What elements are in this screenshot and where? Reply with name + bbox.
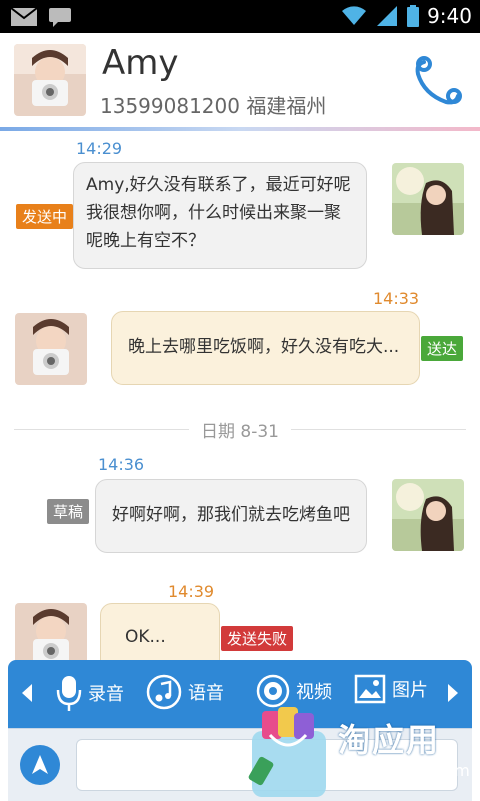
divider-line [14,428,189,430]
status-badge: 发送失败 [221,626,294,651]
music-note-icon [146,674,182,710]
call-icon[interactable] [410,56,464,110]
battery-icon [407,5,420,27]
divider-line [291,428,466,430]
message-time: 14:33 [373,289,420,308]
message-text: 好啊好啊，那我们就去吃烤鱼吧 [112,505,350,525]
message-text: OK... [125,627,166,647]
voice-button[interactable]: 语音 [146,674,224,710]
contact-header: Amy 13599081200 福建福州 [0,33,480,131]
video-label: 视频 [296,682,332,703]
signal-icon [377,6,398,26]
message-bubble[interactable]: Amy,好久没有联系了，最近可好呢我很想你啊，什么时候出来聚一聚呢晚上有空不？ [73,162,367,269]
video-icon [256,674,290,708]
message-bubble[interactable]: 好啊好啊，那我们就去吃烤鱼吧 [95,479,367,553]
contact-phone: 13599081200 福建福州 [100,94,327,118]
status-badge: 草稿 [47,499,90,524]
clock: 9:40 [427,4,472,28]
image-button[interactable]: 图片 [354,674,428,704]
record-label: 录音 [88,684,124,705]
message-icon [49,8,71,27]
date-label: 日期 8-31 [201,421,279,442]
my-avatar[interactable] [392,479,464,551]
contact-avatar[interactable] [14,44,86,116]
message-time: 14:36 [98,455,145,474]
status-badge: 发送中 [16,204,74,229]
taobao-watermark: 淘应用 app.taobao.com [240,705,480,800]
picture-icon [354,674,386,704]
gmail-icon [10,7,38,26]
contact-message-avatar[interactable] [15,313,87,385]
message-list[interactable]: 14:29 Amy,好久没有联系了，最近可好呢我很想你啊，什么时候出来聚一聚呢晚… [0,131,480,675]
my-avatar[interactable] [392,163,464,235]
message-text: 晚上去哪里吃饭啊，好久没有吃大... [128,337,400,357]
message-text: Amy,好久没有联系了，最近可好呢我很想你啊，什么时候出来聚一聚呢晚上有空不？ [86,175,351,251]
voice-label: 语音 [188,683,224,704]
message-time: 14:39 [168,582,215,601]
record-button[interactable]: 录音 [56,674,124,712]
video-button[interactable]: 视频 [256,674,332,708]
image-label: 图片 [392,680,428,701]
date-divider: 日期 8-31 [14,417,466,442]
status-badge: 送达 [421,336,464,361]
scroll-left-icon[interactable] [22,684,32,702]
message-time: 14:29 [76,139,123,158]
shopping-bag-icon [248,707,326,797]
message-bubble[interactable]: 晚上去哪里吃饭啊，好久没有吃大... [111,311,420,385]
status-bar: 9:40 [0,0,480,33]
navigate-icon[interactable] [20,745,60,785]
contact-name: Amy [102,43,179,83]
microphone-icon [56,676,82,711]
scroll-right-icon[interactable] [448,684,458,702]
watermark-url: app.taobao.com [340,761,470,780]
watermark-title: 淘应用 [338,721,441,759]
wifi-icon [342,6,367,26]
